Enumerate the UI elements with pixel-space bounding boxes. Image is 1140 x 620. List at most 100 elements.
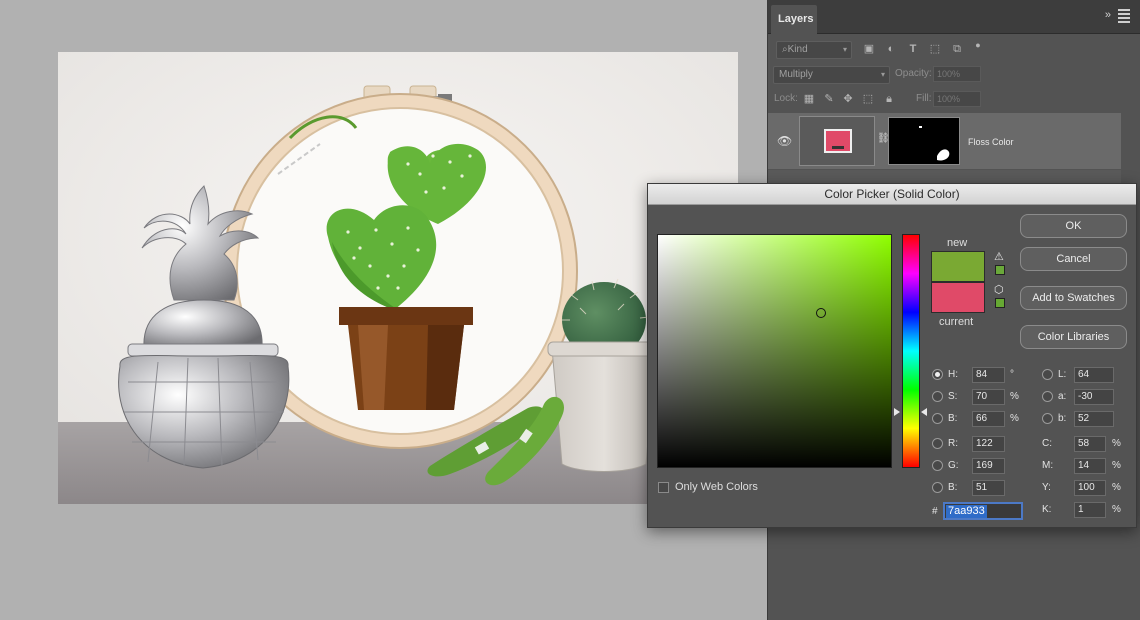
chevron-down-icon: ▾ [842, 45, 847, 54]
lightness-radio[interactable] [1042, 369, 1053, 380]
smart-object-filter-icon[interactable]: ⧉ [950, 42, 964, 56]
type-layer-filter-icon[interactable]: T [906, 42, 920, 56]
layer-fill-thumbnail[interactable] [799, 116, 875, 166]
magenta-unit: % [1112, 460, 1121, 471]
layer-filter-row: ⌕Kind ▾ ▣ ◐ T ⬚ ⧉ ● [768, 38, 1140, 64]
new-color-swatch [931, 251, 985, 282]
a-channel-radio[interactable] [1042, 391, 1053, 402]
red-radio[interactable] [932, 438, 943, 449]
b-channel-input[interactable]: 52 [1074, 411, 1114, 427]
lock-label: Lock: [774, 93, 798, 104]
hue-slider[interactable] [902, 234, 920, 468]
blend-row: Multiply ▾ Opacity: 100% [768, 63, 1140, 89]
lightness-label: L: [1058, 369, 1067, 380]
magenta-label: M: [1042, 460, 1054, 471]
layer-row-background[interactable] [768, 170, 1121, 184]
current-color-swatch[interactable] [931, 282, 985, 313]
cyan-input[interactable]: 58 [1074, 436, 1106, 452]
layer-name[interactable]: Floss Color [968, 137, 1014, 147]
cyan-label: C: [1042, 438, 1052, 449]
a-channel-label: a: [1058, 391, 1067, 402]
brightness-unit: % [1010, 413, 1019, 424]
red-input[interactable]: 122 [972, 436, 1005, 452]
filter-toggle-icon[interactable]: ● [971, 38, 985, 52]
yellow-input[interactable]: 100 [1074, 480, 1106, 496]
hex-value-selected: 7aa933 [946, 505, 987, 518]
cyan-unit: % [1112, 438, 1121, 449]
color-picker-dialog: Color Picker (Solid Color) new current ⚠… [647, 183, 1137, 528]
color-field-cursor[interactable] [816, 308, 826, 318]
yellow-label: Y: [1042, 482, 1051, 493]
document-canvas[interactable] [58, 52, 738, 504]
lock-position-icon[interactable]: ✥ [841, 92, 855, 106]
hex-input[interactable]: 7aa933 [943, 502, 1023, 520]
kind-filter-dropdown[interactable]: ⌕Kind ▾ [776, 41, 852, 59]
brightness-input[interactable]: 66 [972, 411, 1005, 427]
only-web-colors-checkbox[interactable] [658, 482, 669, 493]
green-input[interactable]: 169 [972, 458, 1005, 474]
blue-input[interactable]: 51 [972, 480, 1005, 496]
hue-unit: ° [1010, 369, 1014, 380]
red-label: R: [948, 438, 958, 449]
blue-label: B: [948, 482, 958, 493]
b-channel-radio[interactable] [1042, 413, 1053, 424]
saturation-unit: % [1010, 391, 1019, 402]
blue-radio[interactable] [932, 482, 943, 493]
collapse-panel-icon[interactable]: » [1105, 9, 1111, 21]
gamut-correction-swatch[interactable] [995, 265, 1005, 275]
ok-button[interactable]: OK [1020, 214, 1127, 238]
b-channel-label: b: [1058, 413, 1067, 424]
hue-radio[interactable] [932, 369, 943, 380]
saturation-radio[interactable] [932, 391, 943, 402]
out-of-gamut-warning-icon[interactable]: ⚠ [994, 250, 1004, 263]
yellow-unit: % [1112, 482, 1121, 493]
a-channel-input[interactable]: -30 [1074, 389, 1114, 405]
hue-slider-handle-left[interactable] [894, 408, 900, 416]
mask-shape [919, 126, 950, 161]
hex-hash-label: # [932, 506, 938, 517]
color-fill-swatch [824, 129, 852, 153]
shape-layer-filter-icon[interactable]: ⬚ [928, 42, 942, 56]
lock-image-pixels-icon[interactable]: ✎ [822, 92, 836, 106]
layers-tab[interactable]: Layers [771, 5, 817, 34]
web-safe-swatch[interactable] [995, 298, 1005, 308]
black-unit: % [1112, 504, 1121, 515]
visibility-eye-icon[interactable]: 👁︎ [777, 134, 792, 148]
layer-row-floss-color[interactable]: 👁︎ ⛓︎ Floss Color [768, 113, 1121, 169]
magenta-input[interactable]: 14 [1074, 458, 1106, 474]
brightness-radio[interactable] [932, 413, 943, 424]
pixel-layer-filter-icon[interactable]: ▣ [862, 42, 876, 56]
kind-filter-label: Kind [787, 44, 808, 55]
layer-mask-thumbnail[interactable] [888, 117, 960, 165]
saturation-label: S: [948, 391, 958, 402]
hue-label: H: [948, 369, 958, 380]
hue-input[interactable]: 84 [972, 367, 1005, 383]
current-color-label: current [939, 316, 974, 328]
dialog-title: Color Picker (Solid Color) [648, 184, 1136, 205]
hue-slider-handle-right[interactable] [921, 408, 927, 416]
black-input[interactable]: 1 [1074, 502, 1106, 518]
layers-tab-bar: Layers » [768, 0, 1140, 34]
opacity-field[interactable]: 100% [933, 66, 981, 82]
potted-cactus [547, 278, 661, 472]
green-label: G: [948, 460, 959, 471]
saturation-input[interactable]: 70 [972, 389, 1005, 405]
panel-menu-icon[interactable] [1118, 9, 1130, 25]
green-radio[interactable] [932, 460, 943, 471]
lock-transparent-pixels-icon[interactable]: ▦ [802, 92, 816, 106]
lock-all-icon[interactable]: 🔒︎ [882, 92, 896, 106]
cancel-button[interactable]: Cancel [1020, 247, 1127, 271]
saturation-brightness-field[interactable] [657, 234, 892, 468]
color-libraries-button[interactable]: Color Libraries [1020, 325, 1127, 349]
lock-artboard-icon[interactable]: ⬚ [861, 92, 875, 106]
web-safe-cube-icon[interactable]: ⬡ [994, 283, 1004, 296]
lock-row: Lock: ▦ ✎ ✥ ⬚ 🔒︎ Fill: 100% [768, 88, 1140, 114]
artwork-photo [58, 52, 738, 504]
fill-field[interactable]: 100% [933, 91, 981, 107]
blend-mode-dropdown[interactable]: Multiply ▾ [773, 66, 890, 84]
fill-label: Fill: [916, 93, 932, 104]
new-color-label: new [947, 237, 968, 249]
add-to-swatches-button[interactable]: Add to Swatches [1020, 286, 1127, 310]
lightness-input[interactable]: 64 [1074, 367, 1114, 383]
adjustment-layer-filter-icon[interactable]: ◐ [884, 42, 898, 56]
